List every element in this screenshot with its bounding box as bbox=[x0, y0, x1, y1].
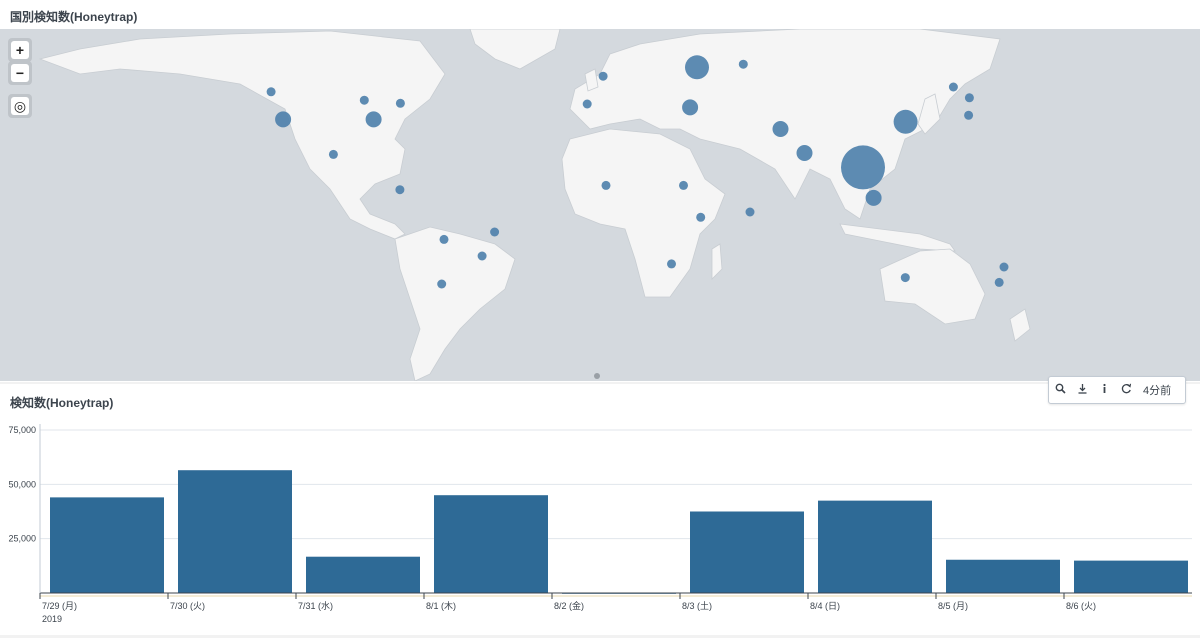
map-bubble[interactable] bbox=[365, 111, 382, 128]
y-tick-label: 75,000 bbox=[8, 425, 36, 435]
map-bubble[interactable] bbox=[667, 259, 676, 269]
madagascar-land bbox=[711, 243, 723, 280]
map-bubble[interactable] bbox=[994, 277, 1004, 287]
refresh-icon[interactable] bbox=[1115, 383, 1137, 397]
x-tick-label: 7/31 (水) bbox=[298, 600, 333, 611]
map-bubble[interactable] bbox=[601, 180, 611, 190]
greenland-land bbox=[469, 29, 561, 70]
world-map[interactable] bbox=[0, 29, 1200, 381]
download-icon[interactable] bbox=[1071, 383, 1093, 397]
locate-button[interactable]: ◎ bbox=[8, 94, 32, 118]
map-bubble[interactable] bbox=[598, 71, 608, 81]
map-bubble[interactable] bbox=[696, 212, 706, 222]
map-panel-title: 国別検知数(Honeytrap) bbox=[10, 10, 138, 24]
y-tick-label: 25,000 bbox=[8, 534, 36, 544]
north-america-land bbox=[38, 30, 446, 240]
bar[interactable] bbox=[50, 497, 164, 593]
zoom-in-button[interactable]: + bbox=[8, 38, 32, 62]
x-year-label: 2019 bbox=[42, 614, 62, 624]
map-bubble[interactable] bbox=[745, 207, 755, 217]
x-tick-label: 7/30 (火) bbox=[170, 601, 205, 611]
bar[interactable] bbox=[690, 511, 804, 594]
x-tick-label: 7/29 (月) bbox=[42, 601, 77, 611]
bar[interactable] bbox=[434, 495, 548, 593]
map-bubble[interactable] bbox=[772, 121, 789, 137]
search-icon[interactable] bbox=[1049, 383, 1071, 397]
map-bubble[interactable] bbox=[477, 251, 487, 261]
map-bubble[interactable] bbox=[964, 110, 974, 120]
last-refresh-time: 4分前 bbox=[1143, 385, 1172, 397]
map-bubble[interactable] bbox=[685, 55, 709, 80]
bar[interactable] bbox=[946, 559, 1060, 593]
x-tick-label: 8/4 (日) bbox=[810, 601, 840, 611]
australia-land bbox=[879, 248, 986, 325]
x-tick-label: 8/3 (土) bbox=[682, 600, 712, 611]
bar[interactable] bbox=[1074, 560, 1188, 593]
map-bubble[interactable] bbox=[893, 109, 918, 134]
new-zealand-land bbox=[1009, 308, 1031, 342]
map-bubble[interactable] bbox=[682, 99, 699, 116]
resize-handle[interactable] bbox=[594, 373, 600, 379]
map-bubble[interactable] bbox=[395, 185, 405, 195]
map-bubble[interactable] bbox=[439, 234, 449, 244]
x-tick-label: 8/6 (火) bbox=[1066, 601, 1096, 611]
map-panel: 国別検知数(Honeytrap) + − ◎ bbox=[0, 0, 1200, 382]
map-bubble[interactable] bbox=[490, 227, 500, 237]
bar[interactable] bbox=[306, 556, 420, 593]
map-bubble[interactable] bbox=[900, 273, 910, 283]
map-bubble[interactable] bbox=[948, 82, 958, 92]
map-bubble[interactable] bbox=[437, 279, 447, 289]
map-bubble[interactable] bbox=[266, 87, 276, 97]
map-bubble[interactable] bbox=[865, 189, 882, 206]
x-tick-label: 8/1 (木) bbox=[426, 600, 456, 611]
map-bubble[interactable] bbox=[328, 149, 338, 159]
minus-icon: − bbox=[11, 64, 29, 82]
map-bubble[interactable] bbox=[841, 145, 885, 190]
panel-toolbar: 4分前 bbox=[1048, 376, 1186, 404]
map-bubble[interactable] bbox=[679, 180, 688, 190]
plus-icon: + bbox=[11, 41, 29, 59]
bar[interactable] bbox=[818, 500, 932, 593]
info-icon[interactable] bbox=[1093, 383, 1115, 397]
map-bubble[interactable] bbox=[395, 98, 405, 108]
crosshair-icon: ◎ bbox=[11, 97, 29, 115]
bar[interactable] bbox=[178, 470, 292, 593]
x-tick-label: 8/2 (金) bbox=[554, 600, 584, 611]
bar-chart-panel: 検知数(Honeytrap) 25,000 50,000 75,000 7/29 (月… bbox=[0, 384, 1200, 635]
map-svg bbox=[38, 29, 1031, 381]
map-bubble[interactable] bbox=[796, 145, 813, 161]
zoom-out-button[interactable]: − bbox=[8, 61, 32, 85]
map-bubble[interactable] bbox=[275, 111, 292, 128]
bar-chart: 25,000 50,000 75,000 7/29 (月) 7/30 (火) 7/31 (… bbox=[8, 424, 1192, 624]
map-bubble[interactable] bbox=[964, 93, 974, 103]
y-tick-label: 50,000 bbox=[8, 479, 36, 489]
map-bubble[interactable] bbox=[582, 99, 592, 109]
south-america-land bbox=[394, 226, 516, 381]
indonesia-land bbox=[839, 223, 956, 252]
map-bubble[interactable] bbox=[359, 95, 369, 105]
map-bubble[interactable] bbox=[738, 59, 748, 69]
x-tick-label: 8/5 (月) bbox=[938, 601, 968, 611]
map-bubble[interactable] bbox=[999, 262, 1009, 272]
